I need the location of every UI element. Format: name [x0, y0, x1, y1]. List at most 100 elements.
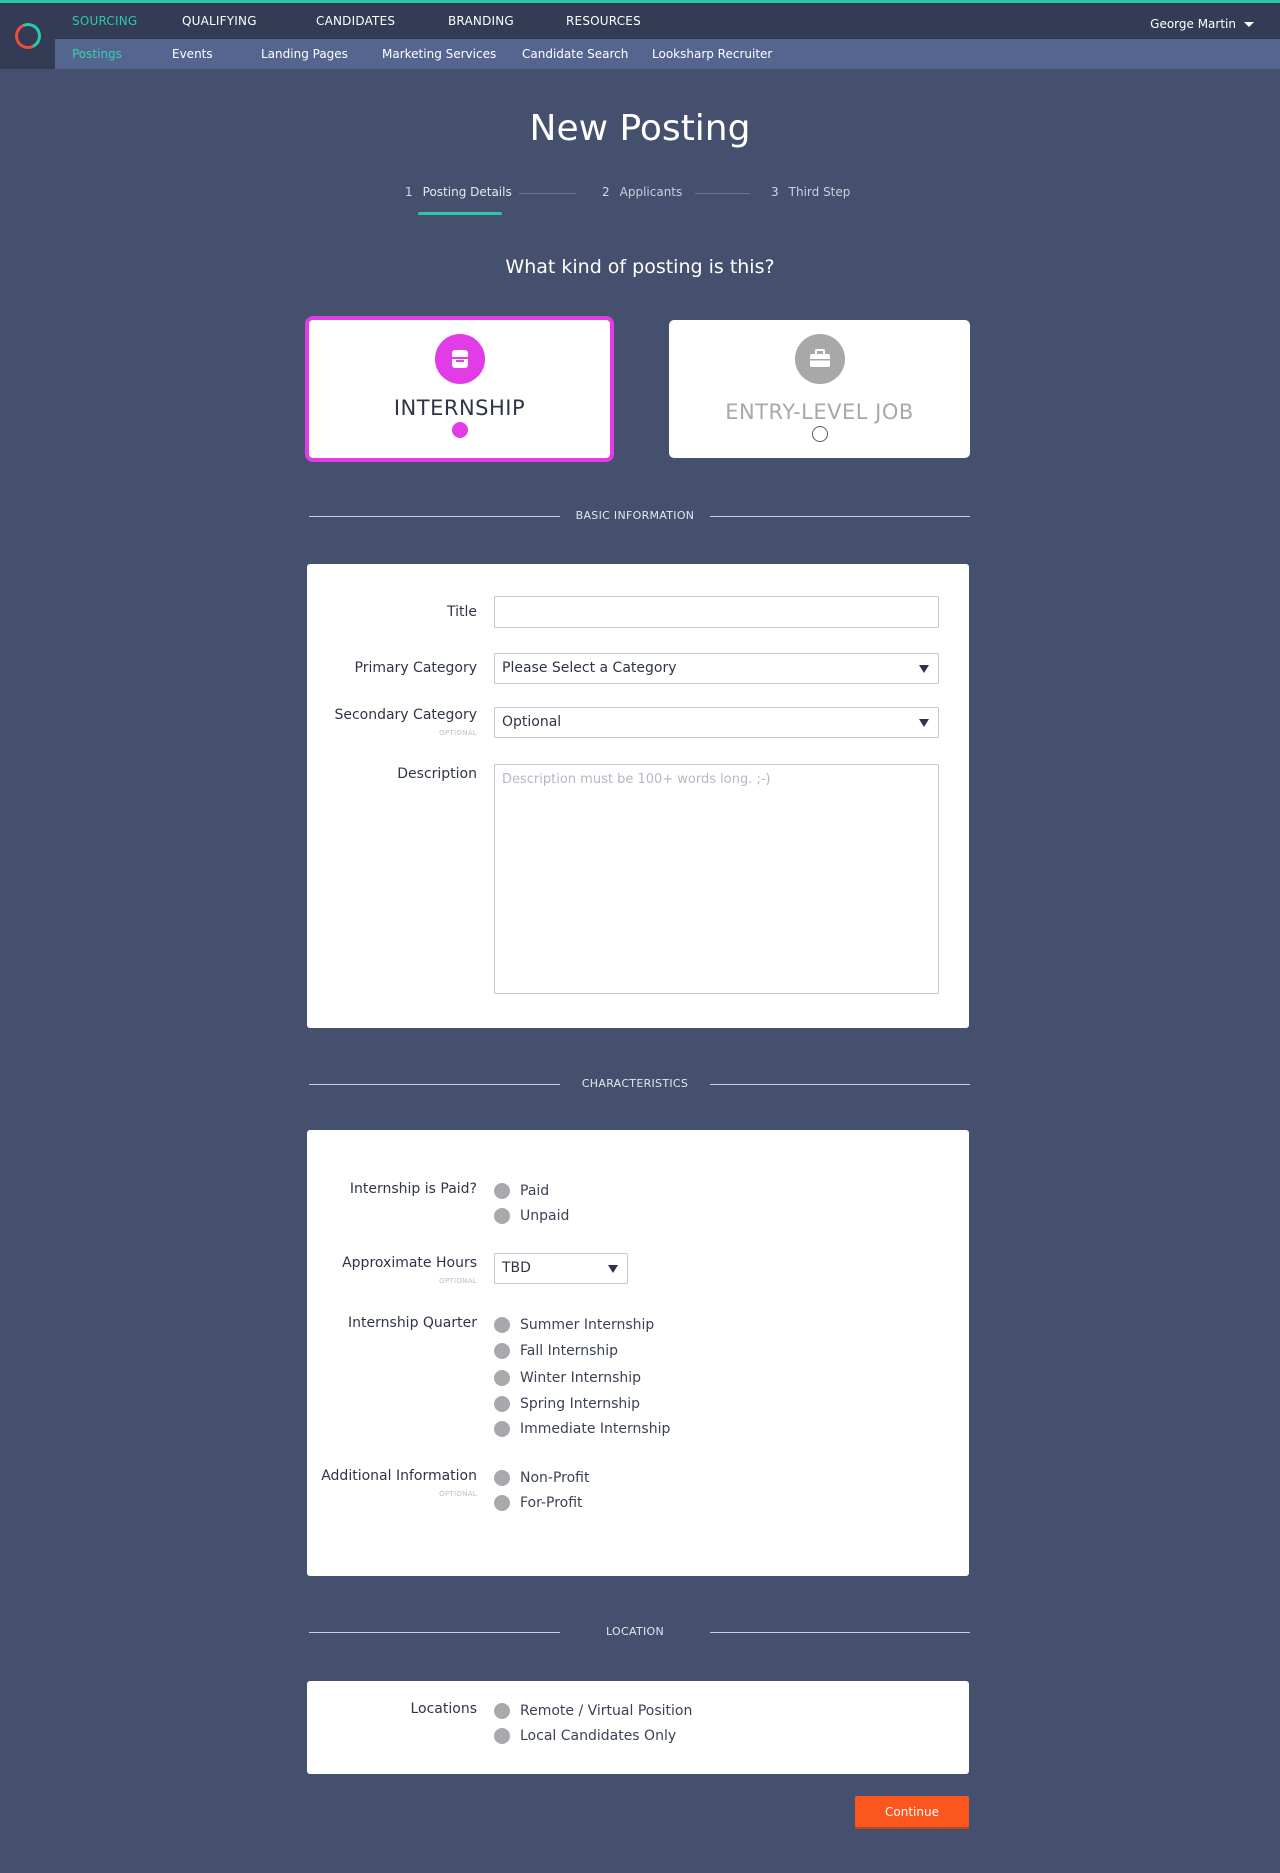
briefcase-icon — [794, 334, 845, 384]
radio-label: Local Candidates Only — [520, 1728, 677, 1744]
radio-unpaid[interactable]: Unpaid — [494, 1208, 569, 1224]
radio-icon — [494, 1183, 510, 1199]
sub-nav: Postings Events Landing Pages Marketing … — [55, 39, 1280, 69]
step-posting-details[interactable]: 1 Posting Details — [405, 185, 512, 199]
internship-type-card[interactable]: INTERNSHIP — [305, 316, 614, 462]
description-textarea[interactable] — [494, 764, 939, 994]
radio-fall[interactable]: Fall Internship — [494, 1343, 618, 1359]
divider-line — [710, 1084, 970, 1085]
top-navigation: SOURCING QUALIFYING CANDIDATES BRANDING … — [0, 3, 1280, 69]
subnav-candidate-search[interactable]: Candidate Search — [522, 47, 628, 61]
paid-label: Internship is Paid? — [349, 1181, 477, 1197]
radio-for-profit[interactable]: For-Profit — [494, 1495, 583, 1511]
location-panel: Locations Remote / Virtual Position Loca… — [307, 1681, 969, 1774]
dropdown-arrow-icon — [608, 1265, 618, 1273]
nav-candidates[interactable]: CANDIDATES — [316, 14, 395, 28]
divider-line — [309, 1632, 560, 1633]
step-connector — [519, 193, 576, 194]
user-name: George Martin — [1150, 17, 1236, 31]
radio-label: Remote / Virtual Position — [520, 1703, 693, 1719]
hours-value: TBD — [502, 1260, 531, 1276]
step-third[interactable]: 3 Third Step — [771, 185, 850, 199]
logo[interactable] — [0, 3, 55, 69]
radio-icon — [494, 1317, 510, 1333]
internship-label: INTERNSHIP — [393, 396, 526, 420]
posting-type-question: What kind of posting is this? — [505, 256, 775, 278]
radio-icon — [494, 1703, 510, 1719]
radio-icon — [494, 1470, 510, 1486]
section-title: CHARACTERISTICS — [581, 1077, 689, 1090]
divider-line — [710, 516, 970, 517]
primary-category-select[interactable]: Please Select a Category — [494, 653, 939, 684]
radio-icon — [494, 1343, 510, 1359]
quarter-label: Internship Quarter — [348, 1315, 477, 1331]
secondary-category-value: Optional — [502, 714, 562, 730]
radio-paid[interactable]: Paid — [494, 1183, 549, 1199]
nav-sourcing[interactable]: SOURCING — [72, 14, 137, 28]
additional-info-label: Additional Information — [321, 1468, 477, 1484]
step-connector — [695, 193, 750, 194]
divider-line — [309, 516, 560, 517]
locations-label: Locations — [410, 1701, 477, 1717]
divider-line — [309, 1084, 560, 1085]
subnav-landing-pages[interactable]: Landing Pages — [261, 47, 348, 61]
radio-icon — [494, 1396, 510, 1412]
page-title: New Posting — [529, 108, 751, 149]
radio-winter[interactable]: Winter Internship — [494, 1370, 641, 1386]
subnav-postings[interactable]: Postings — [72, 47, 122, 61]
caret-down-icon — [1244, 21, 1254, 27]
secondary-category-select[interactable]: Optional — [494, 707, 939, 738]
radio-label: Non-Profit — [520, 1470, 590, 1486]
entry-level-label: ENTRY-LEVEL JOB — [725, 400, 914, 424]
section-title: BASIC INFORMATION — [575, 509, 695, 522]
radio-label: Paid — [520, 1183, 550, 1199]
inbox-icon — [434, 334, 485, 384]
radio-label: Fall Internship — [520, 1343, 619, 1359]
section-title: LOCATION — [606, 1625, 664, 1638]
step-number: 2 — [602, 185, 610, 199]
hours-select[interactable]: TBD — [494, 1253, 628, 1284]
radio-label: Immediate Internship — [520, 1421, 671, 1437]
step-number: 3 — [771, 185, 779, 199]
subnav-marketing-services[interactable]: Marketing Services — [382, 47, 496, 61]
optional-tag: OPTIONAL — [439, 729, 477, 737]
step-applicants[interactable]: 2 Applicants — [602, 185, 682, 199]
radio-local[interactable]: Local Candidates Only — [494, 1728, 676, 1744]
radio-label: Winter Internship — [520, 1370, 642, 1386]
section-divider-characteristics: CHARACTERISTICS — [309, 1074, 970, 1094]
radio-icon — [494, 1208, 510, 1224]
radio-label: Summer Internship — [520, 1317, 655, 1333]
radio-spring[interactable]: Spring Internship — [494, 1396, 640, 1412]
active-step-indicator — [418, 212, 502, 215]
step-number: 1 — [405, 185, 413, 199]
radio-summer[interactable]: Summer Internship — [494, 1317, 654, 1333]
divider-line — [710, 1632, 970, 1633]
radio-label: Spring Internship — [520, 1396, 641, 1412]
section-divider-location: LOCATION — [309, 1622, 970, 1642]
nav-resources[interactable]: RESOURCES — [566, 14, 641, 28]
continue-button[interactable]: Continue — [855, 1796, 969, 1827]
subnav-looksharp-recruiter[interactable]: Looksharp Recruiter — [652, 47, 772, 61]
radio-selected-icon[interactable] — [451, 422, 468, 438]
main-nav: SOURCING QUALIFYING CANDIDATES BRANDING … — [55, 3, 1280, 39]
stepper: 1 Posting Details 2 Applicants 3 Third Step — [0, 185, 1280, 215]
hours-label: Approximate Hours — [342, 1255, 477, 1271]
radio-icon — [494, 1370, 510, 1386]
step-label: Third Step — [788, 185, 851, 199]
characteristics-panel: Internship is Paid? Paid Unpaid Approxim… — [307, 1130, 969, 1576]
radio-unselected-icon[interactable] — [811, 426, 828, 442]
user-menu[interactable]: George Martin — [1150, 17, 1254, 31]
nav-qualifying[interactable]: QUALIFYING — [182, 14, 257, 28]
radio-non-profit[interactable]: Non-Profit — [494, 1470, 589, 1486]
radio-label: Unpaid — [520, 1208, 570, 1224]
radio-immediate[interactable]: Immediate Internship — [494, 1421, 670, 1437]
secondary-category-label: Secondary Category — [334, 707, 477, 723]
dropdown-arrow-icon — [919, 665, 929, 673]
title-input[interactable] — [494, 596, 939, 628]
subnav-events[interactable]: Events — [172, 47, 213, 61]
entry-level-type-card[interactable]: ENTRY-LEVEL JOB — [669, 320, 970, 458]
description-label: Description — [397, 766, 477, 782]
nav-branding[interactable]: BRANDING — [448, 14, 514, 28]
step-label: Applicants — [619, 185, 683, 199]
radio-remote[interactable]: Remote / Virtual Position — [494, 1703, 692, 1719]
